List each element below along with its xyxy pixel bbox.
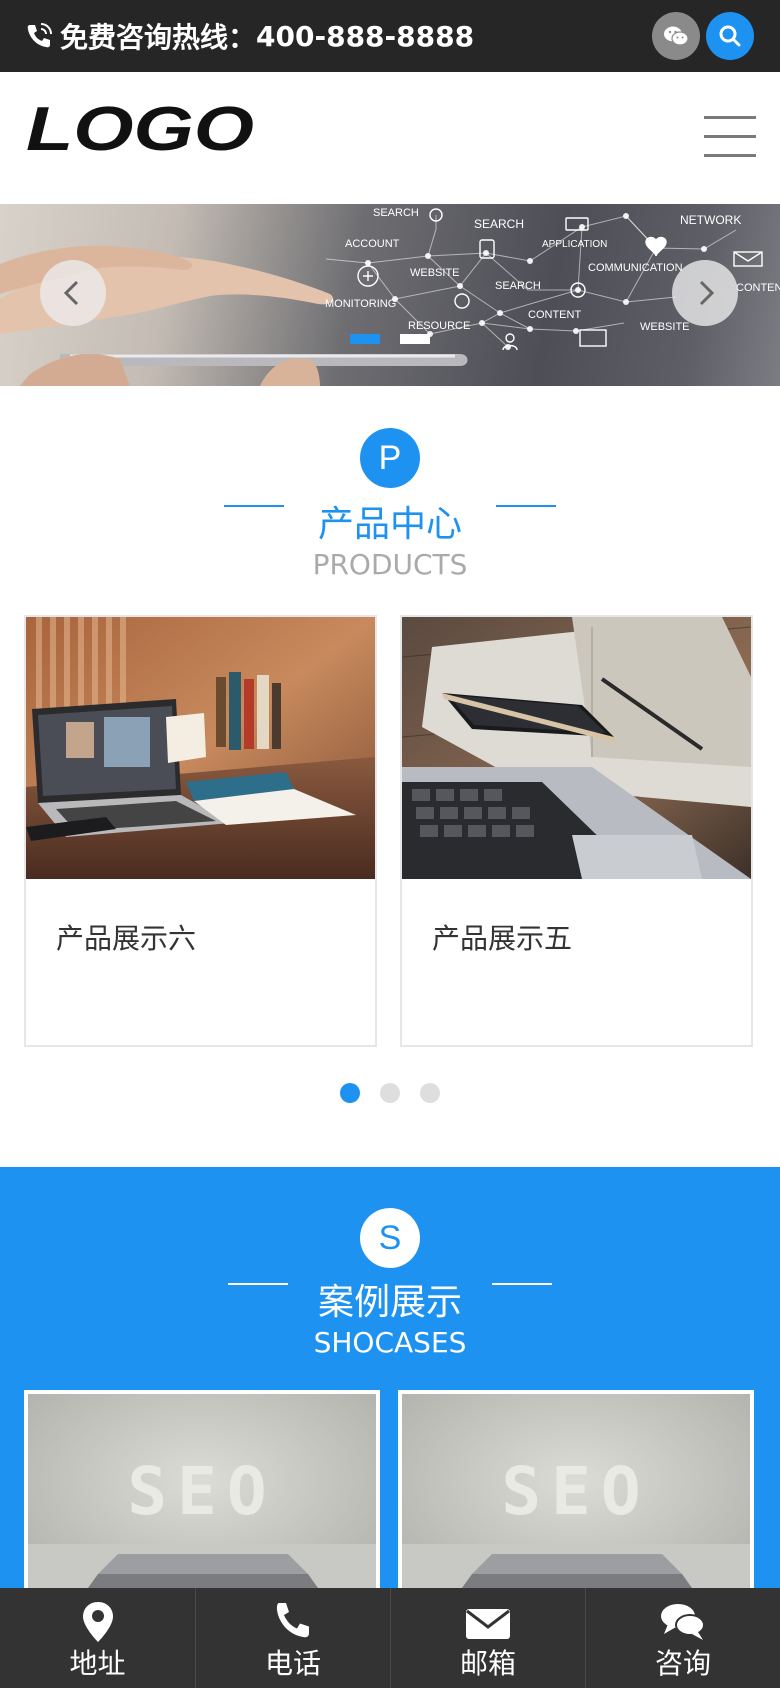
svg-text:COMMUNICATION: COMMUNICATION [588, 262, 683, 274]
case-image[interactable]: SEO [402, 1394, 750, 1610]
nav-label: 电话 [264, 1647, 321, 1680]
svg-text:RESOURCE: RESOURCE [408, 320, 470, 332]
products-subtitle: PRODUCTS [312, 548, 468, 581]
svg-text:SEARCH: SEARCH [495, 280, 541, 292]
case-card[interactable]: SEO [24, 1390, 380, 1610]
nav-phone[interactable]: 电话 [195, 1588, 390, 1688]
bottom-nav: 地址 电话 邮箱 咨询 [0, 1588, 780, 1688]
svg-text:MONITORING: MONITORING [325, 298, 396, 310]
svg-text:SEARCH: SEARCH [373, 207, 419, 219]
nav-address[interactable]: 地址 [0, 1588, 195, 1688]
chevron-left-icon [63, 280, 79, 306]
nav-consult[interactable]: 咨询 [585, 1588, 780, 1688]
products-pager-dot-1[interactable] [340, 1083, 360, 1103]
svg-text:ACCOUNT: ACCOUNT [345, 238, 400, 250]
cases-badge: S [360, 1208, 420, 1268]
case-image-text: SEO [127, 1453, 276, 1530]
chevron-right-icon [699, 280, 715, 306]
banner-next-button[interactable] [672, 260, 738, 326]
mail-icon [466, 1609, 510, 1639]
case-image-text: SEO [501, 1453, 650, 1530]
phone-icon [276, 1603, 309, 1638]
cases-subtitle: SHOCASES [313, 1326, 467, 1359]
products-title: 产品中心 [317, 504, 462, 545]
banner-pager-1[interactable] [350, 334, 380, 344]
svg-text:WEBSITE: WEBSITE [410, 267, 460, 279]
products-pager-dot-3[interactable] [420, 1083, 440, 1103]
case-card[interactable]: SEO [398, 1390, 754, 1610]
hotline-number: 400-888-8888 [256, 19, 475, 53]
svg-text:APPLICATION: APPLICATION [542, 239, 607, 250]
product-image[interactable] [26, 617, 375, 879]
svg-text:SEARCH: SEARCH [474, 217, 524, 231]
product-card[interactable]: 产品展示五 [400, 615, 753, 1047]
banner-image: SEARCH SEARCH NETWORK ACCOUNT APPLICATIO… [0, 207, 780, 386]
logo-text: LOGO [26, 100, 254, 158]
nav-label: 邮箱 [459, 1647, 516, 1680]
case-image[interactable]: SEO [28, 1394, 376, 1610]
menu-icon[interactable] [704, 116, 756, 158]
top-bar: 免费咨询热线： 400-888-8888 [0, 0, 780, 72]
cases-title: 案例展示 [317, 1282, 462, 1323]
search-button[interactable] [706, 12, 754, 60]
product-name[interactable]: 产品展示五 [432, 917, 572, 957]
wechat-button[interactable] [652, 12, 700, 60]
products-badge: P [360, 428, 420, 488]
products-pager-dot-2[interactable] [380, 1083, 400, 1103]
nav-label: 地址 [69, 1647, 126, 1680]
hotline-label: 免费咨询热线： [60, 21, 257, 54]
svg-text:CONTENT: CONTENT [528, 309, 581, 321]
product-card[interactable]: 产品展示六 [24, 615, 377, 1047]
wechat-icon [664, 26, 689, 46]
svg-text:NETWORK: NETWORK [680, 213, 741, 227]
svg-text:CONTENT: CONTENT [736, 282, 780, 294]
product-name[interactable]: 产品展示六 [56, 917, 196, 957]
product-image[interactable] [402, 617, 751, 879]
banner-pager-2[interactable] [400, 334, 430, 344]
chat-icon [661, 1604, 705, 1640]
phone-icon [22, 19, 56, 53]
svg-text:WEBSITE: WEBSITE [640, 321, 690, 333]
nav-mail[interactable]: 邮箱 [390, 1588, 585, 1688]
logo[interactable]: LOGO [24, 100, 260, 158]
search-icon [719, 25, 741, 47]
banner-prev-button[interactable] [40, 260, 106, 326]
hero-banner: SEARCH SEARCH NETWORK ACCOUNT APPLICATIO… [0, 204, 780, 386]
location-icon [82, 1602, 113, 1642]
nav-label: 咨询 [654, 1647, 711, 1680]
site-header: LOGO [0, 72, 780, 204]
hotline[interactable]: 免费咨询热线： 400-888-8888 [22, 16, 474, 56]
